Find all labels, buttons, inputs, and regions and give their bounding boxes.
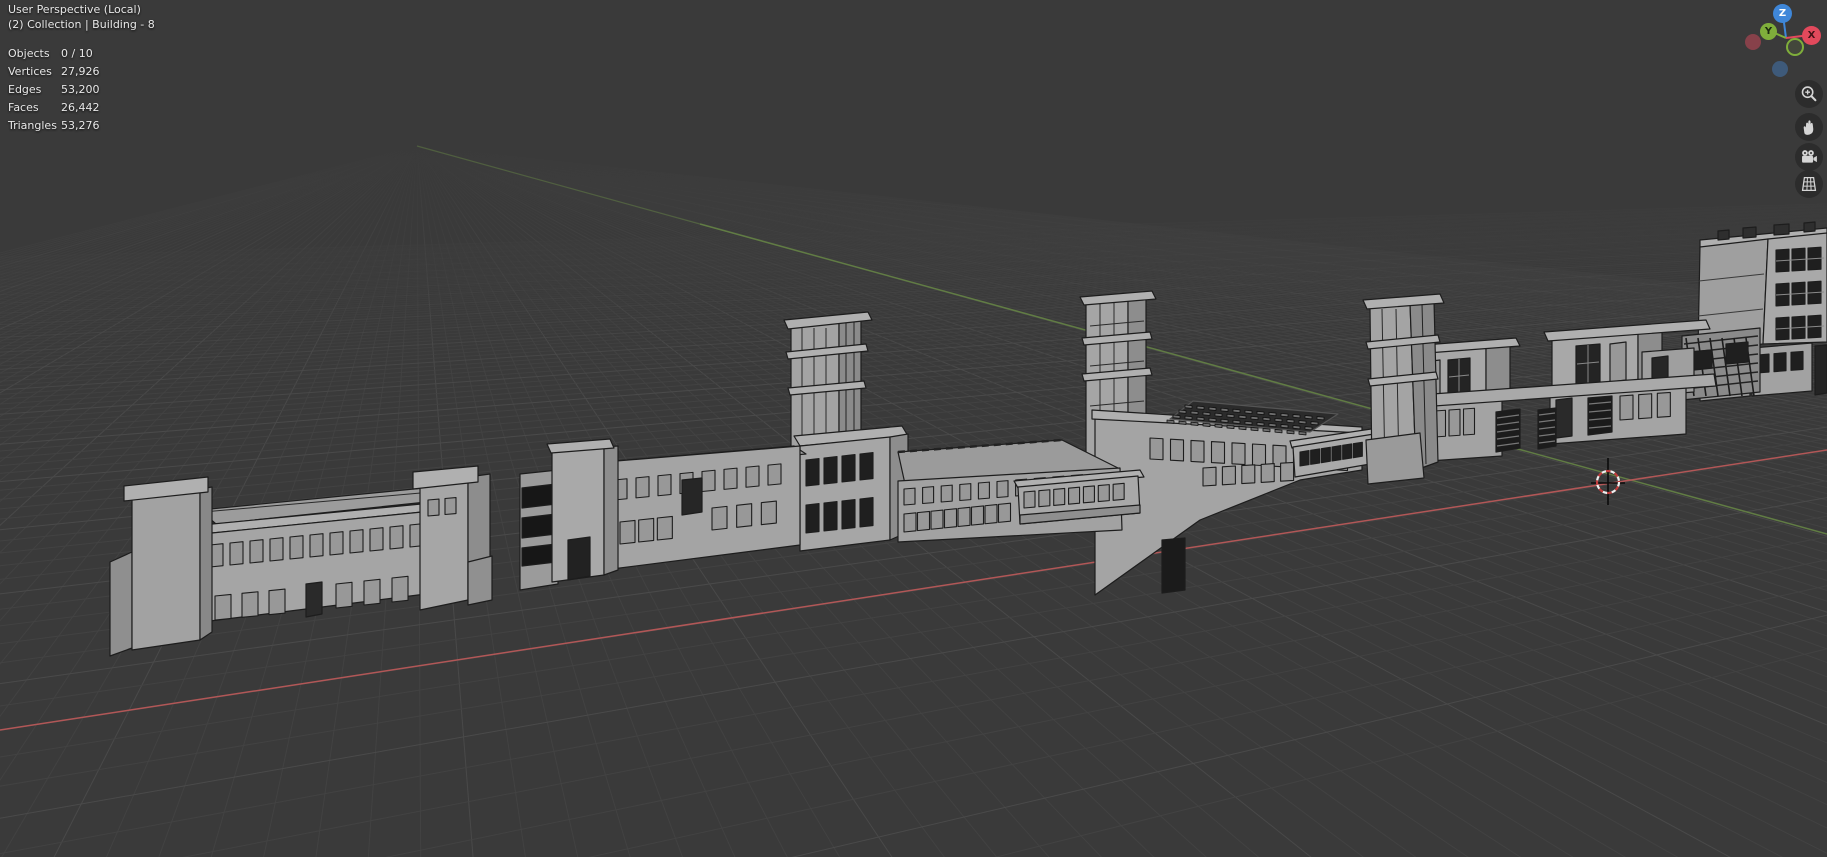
pan-hand-icon [1803, 120, 1814, 135]
gizmo-y-neg-axis[interactable] [1786, 38, 1804, 56]
gizmo-x-neg-axis[interactable] [1745, 34, 1761, 50]
blender-3d-viewport[interactable]: User Perspective (Local) (2) Collection … [0, 0, 1827, 857]
zoom-button[interactable] [1795, 80, 1823, 108]
active-collection-label: (2) Collection | Building - 8 [8, 18, 155, 31]
stat-vertices: Vertices 27,926 [8, 65, 100, 78]
camera-view-button[interactable] [1795, 143, 1823, 171]
grid-ortho-icon [1801, 176, 1817, 192]
navigation-gizmo[interactable]: Z Y X [1745, 0, 1827, 82]
viewport-overlay-stats: User Perspective (Local) (2) Collection … [8, 2, 155, 135]
gizmo-x-axis[interactable]: X [1802, 26, 1821, 45]
zoom-icon [1801, 86, 1817, 102]
scene-statistics: Objects 0 / 10 Vertices 27,926 Edges 53,… [8, 45, 155, 135]
gizmo-y-axis[interactable]: Y [1760, 23, 1777, 40]
perspective-toggle-button[interactable] [1795, 170, 1823, 198]
gizmo-z-neg-axis[interactable] [1772, 61, 1788, 77]
stat-objects: Objects 0 / 10 [8, 47, 93, 60]
gizmo-z-axis[interactable]: Z [1773, 4, 1792, 23]
pan-view-button[interactable] [1795, 113, 1823, 141]
view-mode-label: User Perspective (Local) [8, 3, 141, 16]
stat-edges: Edges 53,200 [8, 83, 100, 96]
viewport-canvas[interactable] [0, 0, 1827, 857]
stat-triangles: Triangles 53,276 [8, 119, 100, 132]
camera-view-icon [1802, 150, 1817, 163]
stat-faces: Faces 26,442 [8, 101, 100, 114]
